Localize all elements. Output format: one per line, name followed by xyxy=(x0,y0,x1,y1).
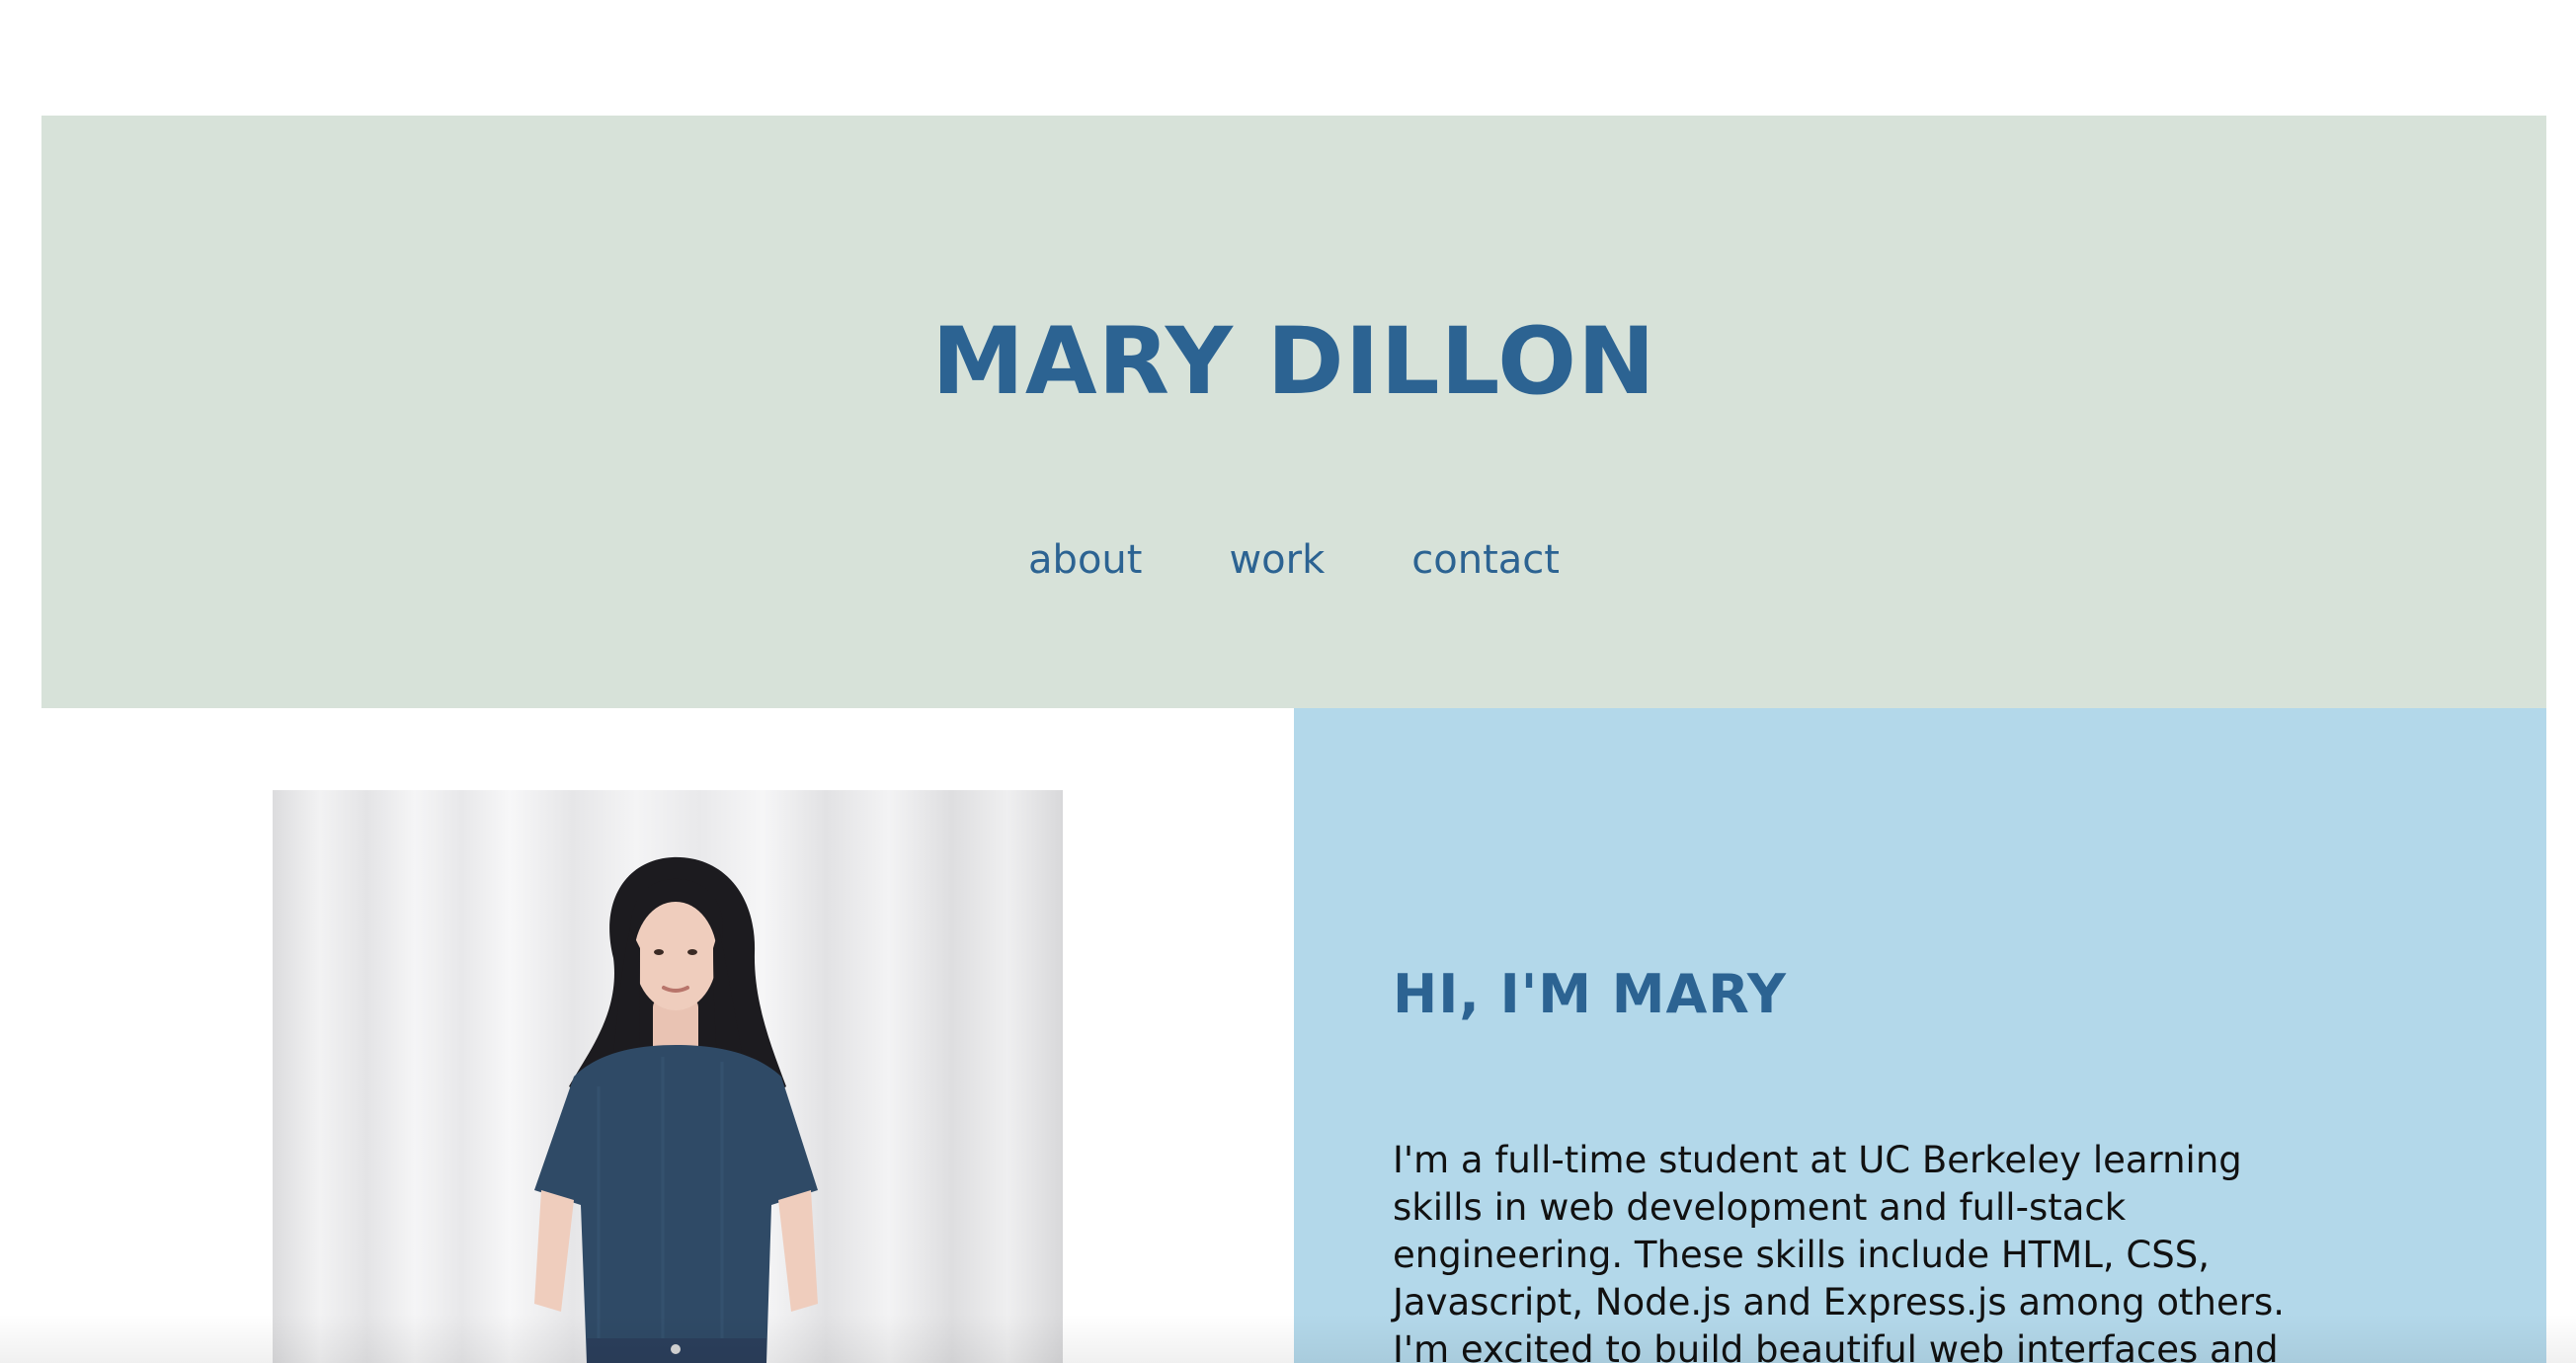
about-heading: HI, I'M MARY xyxy=(1393,963,1788,1025)
photo-section xyxy=(41,708,1294,1363)
about-text: I'm a full-time student at UC Berkeley l… xyxy=(1393,1139,2286,1363)
site-header: MARY DILLON about work contact xyxy=(41,116,2546,708)
person-illustration xyxy=(534,856,818,1363)
portfolio-page: MARY DILLON about work contact HI, I'M M… xyxy=(0,0,2576,1363)
profile-photo xyxy=(273,790,1063,1363)
nav-link-work[interactable]: work xyxy=(1229,536,1325,584)
nav-link-about[interactable]: about xyxy=(1028,536,1142,584)
nav-link-contact[interactable]: contact xyxy=(1411,536,1560,584)
main-nav: about work contact xyxy=(41,536,2546,584)
about-section: HI, I'M MARY I'm a full-time student at … xyxy=(1294,708,2546,1363)
site-title: MARY DILLON xyxy=(931,308,1656,416)
